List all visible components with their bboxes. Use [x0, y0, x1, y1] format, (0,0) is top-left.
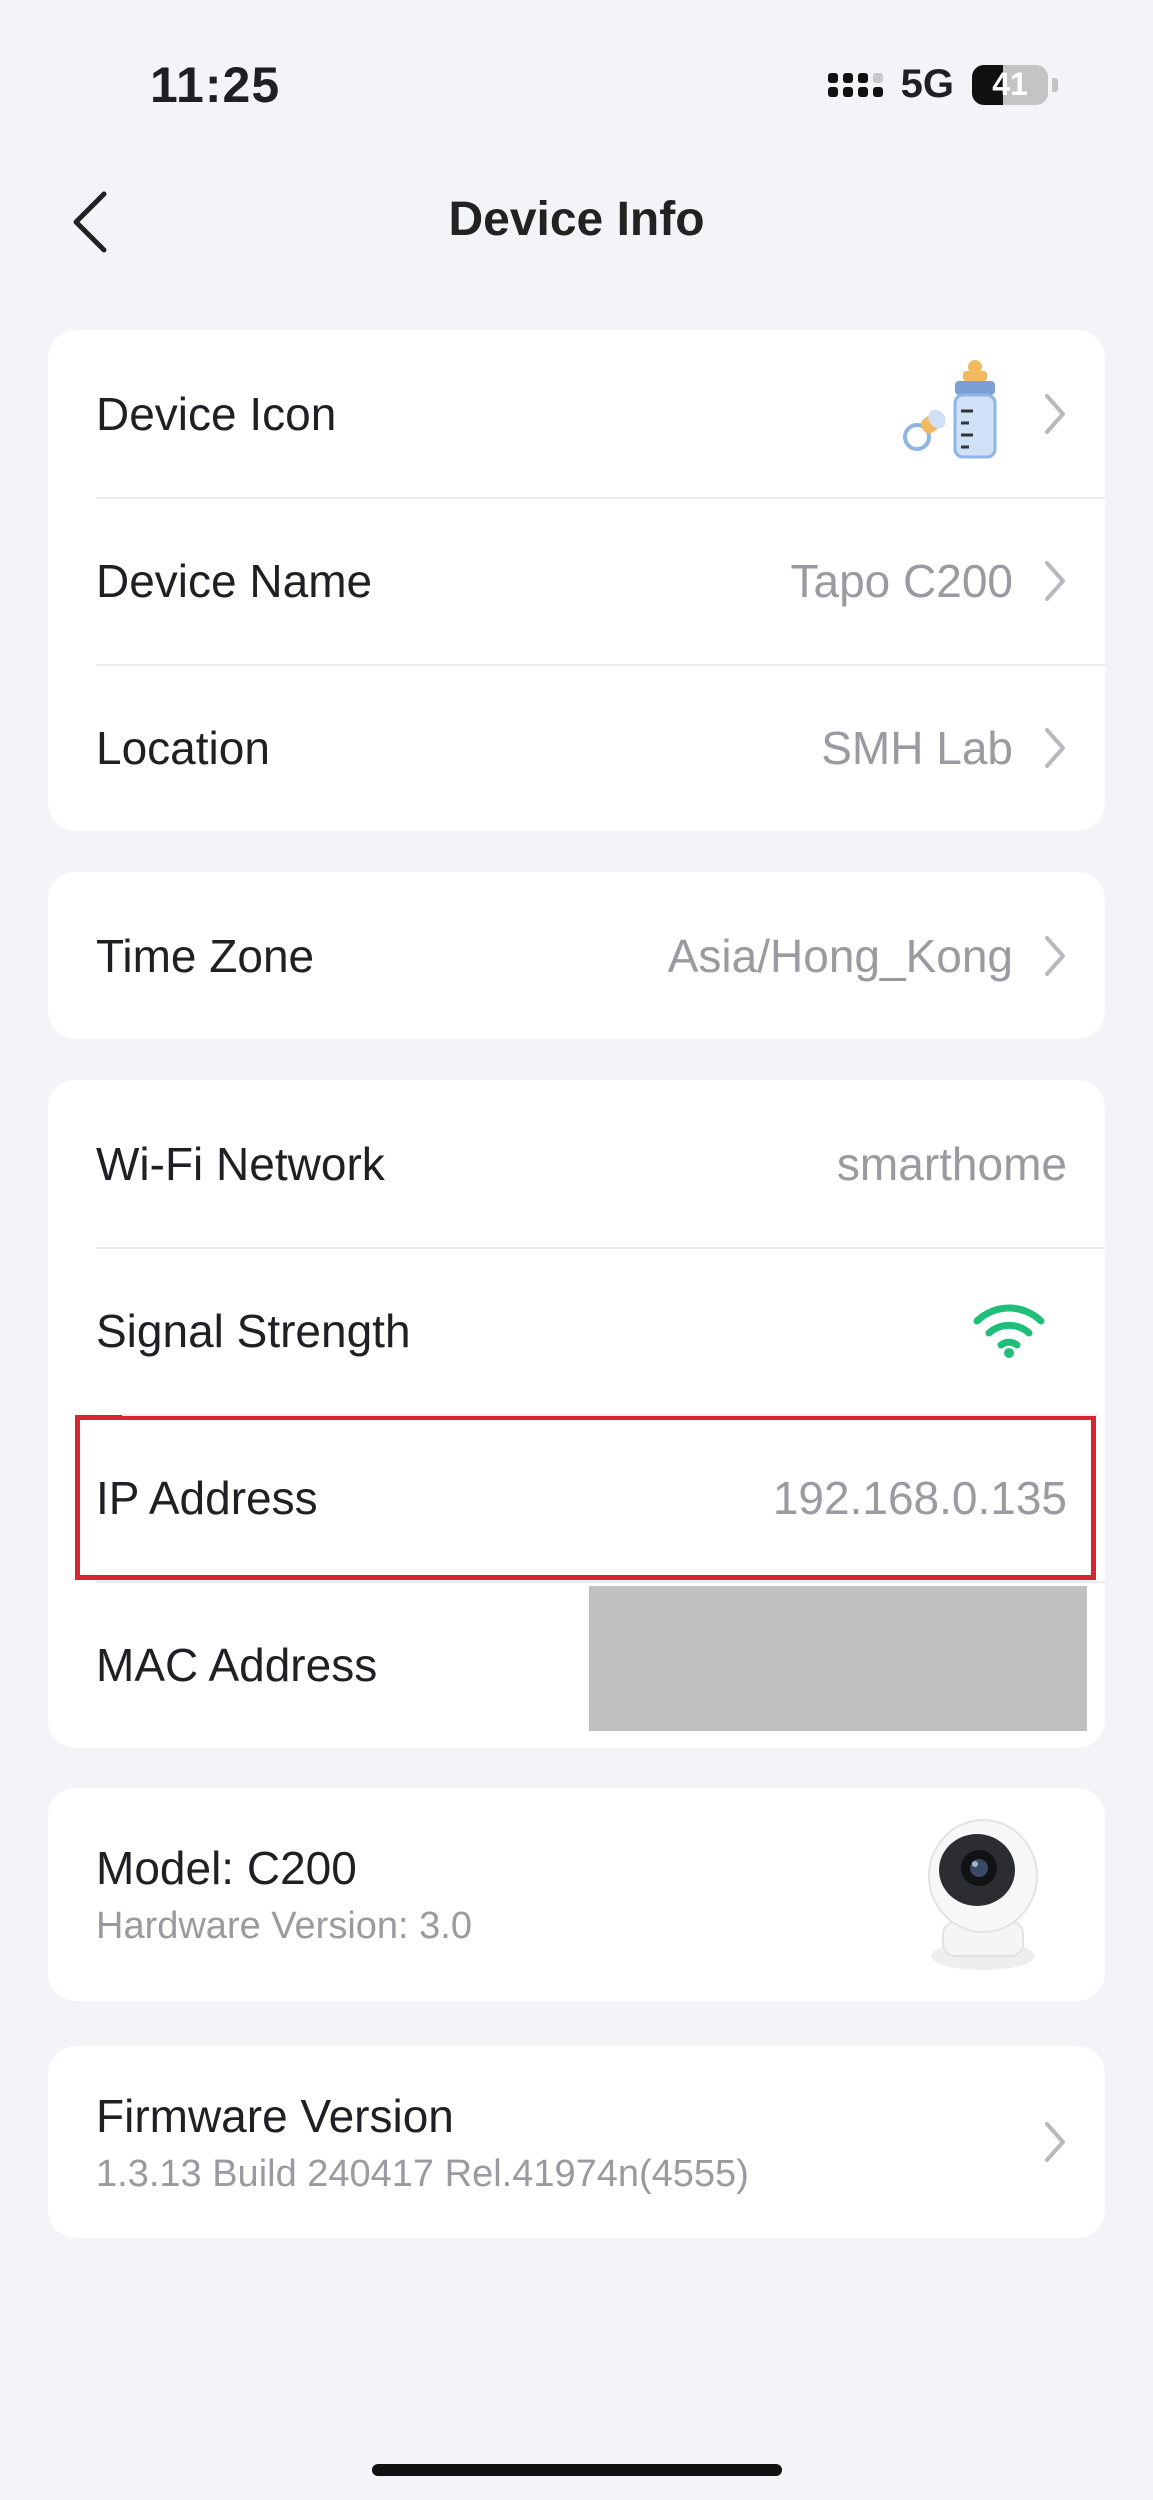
page-title: Device Info: [448, 193, 705, 246]
timezone-value: Asia/Hong_Kong: [667, 929, 1013, 982]
location-row[interactable]: Location SMH Lab: [48, 664, 1105, 831]
status-indicators: 5G 41: [827, 62, 1058, 107]
device-name-value: Tapo C200: [790, 554, 1014, 607]
device-name-label: Device Name: [96, 554, 373, 607]
timezone-label: Time Zone: [96, 929, 315, 982]
network-card: Wi-Fi Network smarthome Signal Strength …: [48, 1080, 1105, 1748]
location-label: Location: [96, 721, 270, 774]
device-name-row[interactable]: Device Name Tapo C200: [48, 497, 1105, 664]
chevron-right-icon: [1027, 389, 1067, 439]
signal-strength-row: Signal Strength: [48, 1247, 1105, 1414]
device-icon-row[interactable]: Device Icon: [48, 330, 1105, 497]
wifi-network-row: Wi-Fi Network smarthome: [48, 1080, 1105, 1247]
battery-icon: 41: [972, 64, 1048, 105]
camera-icon: [928, 1819, 1038, 1970]
firmware-title: Firmware Version: [96, 2089, 454, 2142]
ip-address-label: IP Address: [96, 1471, 318, 1524]
nav-bar: Device Info: [0, 170, 1153, 280]
wifi-network-label: Wi-Fi Network: [96, 1137, 385, 1190]
device-info-screen: 11:25 5G 41 Device Info Device Icon Devi…: [0, 0, 1153, 2500]
model-title: Model: C200: [96, 1842, 357, 1894]
chevron-right-icon: [1027, 723, 1067, 773]
chevron-right-icon: [1027, 556, 1067, 606]
baby-bottle-icon: [903, 359, 997, 458]
firmware-card: Firmware Version 1.3.13 Build 240417 Rel…: [48, 2046, 1105, 2238]
hardware-version: Hardware Version: 3.0: [96, 1905, 472, 1947]
mac-address-redaction: [589, 1586, 1087, 1731]
timezone-row[interactable]: Time Zone Asia/Hong_Kong: [48, 872, 1105, 1039]
device-card: Device Icon Device Name Tapo C200 Locati…: [48, 330, 1105, 831]
model-card: Model: C200 Hardware Version: 3.0: [48, 1788, 1105, 2001]
firmware-row[interactable]: Firmware Version 1.3.13 Build 240417 Rel…: [48, 2046, 1105, 2238]
timezone-card: Time Zone Asia/Hong_Kong: [48, 872, 1105, 1039]
signal-strength-label: Signal Strength: [96, 1304, 411, 1357]
home-indicator[interactable]: [372, 2464, 782, 2476]
chevron-right-icon: [1027, 931, 1067, 981]
device-icon-label: Device Icon: [96, 387, 337, 440]
mac-address-row: MAC Address: [48, 1581, 1105, 1748]
status-time: 11:25: [150, 57, 281, 113]
firmware-version-value: 1.3.13 Build 240417 Rel.41974n(4555): [96, 2152, 749, 2195]
network-type: 5G: [900, 62, 954, 106]
wifi-signal-icon: [973, 1304, 1045, 1358]
wifi-network-value: smarthome: [836, 1137, 1067, 1190]
battery-level: 41: [992, 66, 1028, 102]
model-row: Model: C200 Hardware Version: 3.0: [48, 1788, 1105, 2001]
ip-address-value: 192.168.0.135: [772, 1471, 1067, 1524]
chevron-right-icon: [1027, 2117, 1067, 2167]
ip-address-row: IP Address 192.168.0.135: [74, 1414, 1097, 1581]
status-bar: 11:25 5G 41: [0, 0, 1153, 150]
cellular-signal-icon: [827, 72, 883, 97]
battery-cap: [1052, 77, 1058, 92]
location-value: SMH Lab: [821, 721, 1013, 774]
